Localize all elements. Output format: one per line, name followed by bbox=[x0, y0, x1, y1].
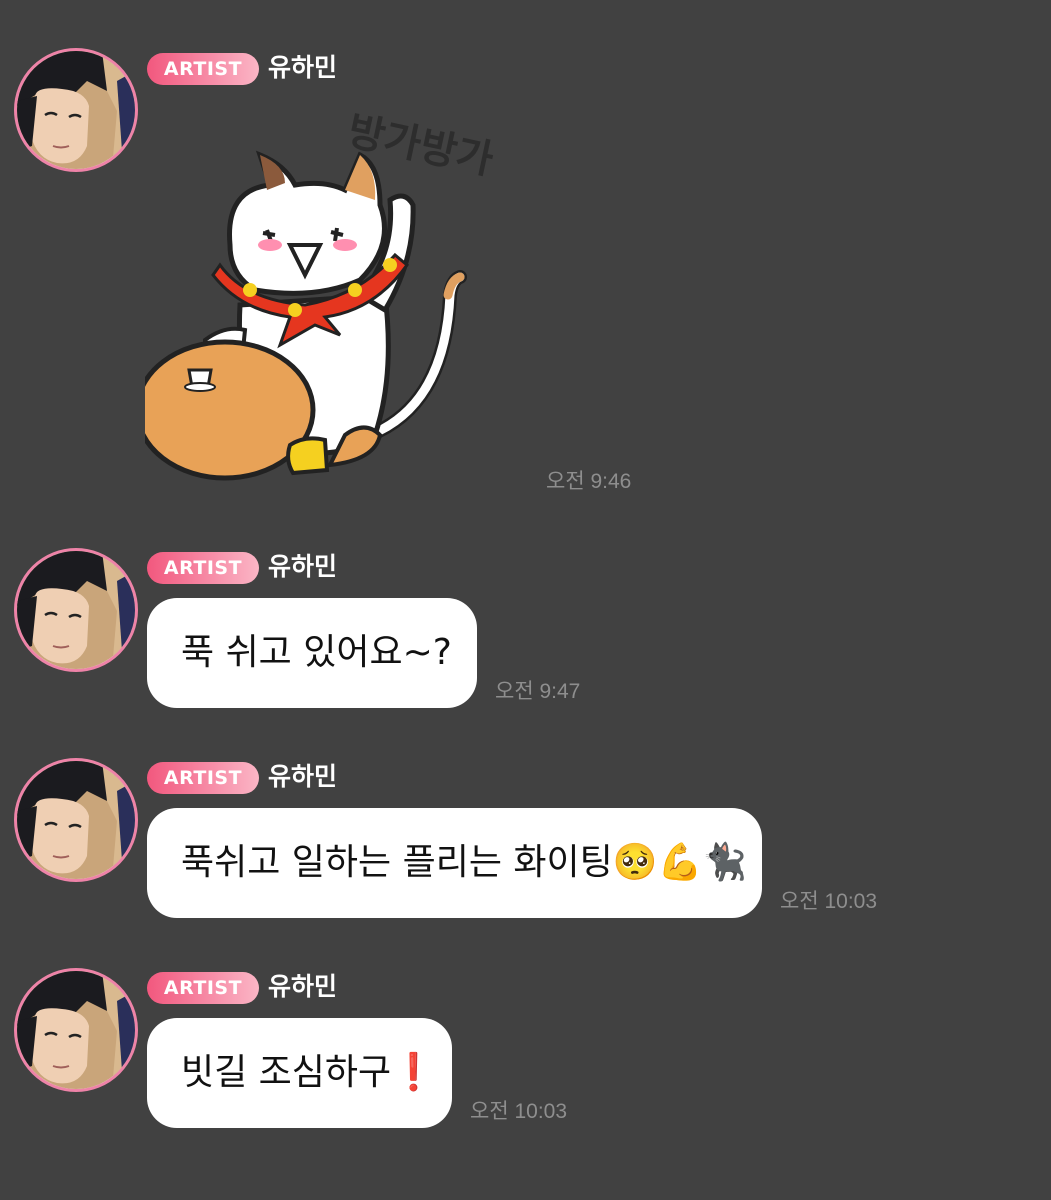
timestamp: 오전 10:03 bbox=[780, 890, 878, 913]
message-row: ARTIST 유하민 푹 쉬고 있어요~? 오전 9:47 bbox=[0, 540, 1051, 720]
avatar[interactable] bbox=[14, 758, 138, 882]
message-row: ARTIST 유하민 빗길 조심하구❗ 오전 10:03 bbox=[0, 960, 1051, 1140]
artist-badge: ARTIST bbox=[147, 53, 259, 85]
timestamp: 오전 10:03 bbox=[470, 1100, 568, 1123]
message-bubble[interactable]: 푹 쉬고 있어요~? bbox=[147, 598, 477, 708]
sender-name[interactable]: 유하민 bbox=[268, 971, 337, 1003]
message-bubble[interactable]: 푹쉬고 일하는 플리는 화이팅🥺💪🐈‍⬛ bbox=[147, 808, 762, 918]
message-row: ARTIST 유하민 방가방가 오전 9:46 bbox=[0, 0, 1051, 500]
avatar[interactable] bbox=[14, 48, 138, 172]
artist-badge: ARTIST bbox=[147, 552, 259, 584]
avatar-portrait-icon bbox=[17, 971, 135, 1089]
avatar-portrait-icon bbox=[17, 551, 135, 669]
avatar-portrait-icon bbox=[17, 761, 135, 879]
avatar-portrait-icon bbox=[17, 51, 135, 169]
timestamp: 오전 9:46 bbox=[546, 470, 632, 493]
timestamp: 오전 9:47 bbox=[495, 680, 581, 703]
artist-badge: ARTIST bbox=[147, 972, 259, 1004]
sticker-image[interactable]: 방가방가 bbox=[134, 95, 525, 485]
waving-cat-sticker-icon: 방가방가 bbox=[134, 108, 497, 481]
avatar[interactable] bbox=[14, 968, 138, 1092]
message-row: ARTIST 유하민 푹쉬고 일하는 플리는 화이팅🥺💪🐈‍⬛ 오전 10:03 bbox=[0, 750, 1051, 930]
sender-name[interactable]: 유하민 bbox=[268, 551, 337, 583]
sender-name[interactable]: 유하민 bbox=[268, 761, 337, 793]
avatar[interactable] bbox=[14, 548, 138, 672]
sender-name[interactable]: 유하민 bbox=[268, 52, 337, 84]
artist-badge: ARTIST bbox=[147, 762, 259, 794]
message-bubble[interactable]: 빗길 조심하구❗ bbox=[147, 1018, 452, 1128]
